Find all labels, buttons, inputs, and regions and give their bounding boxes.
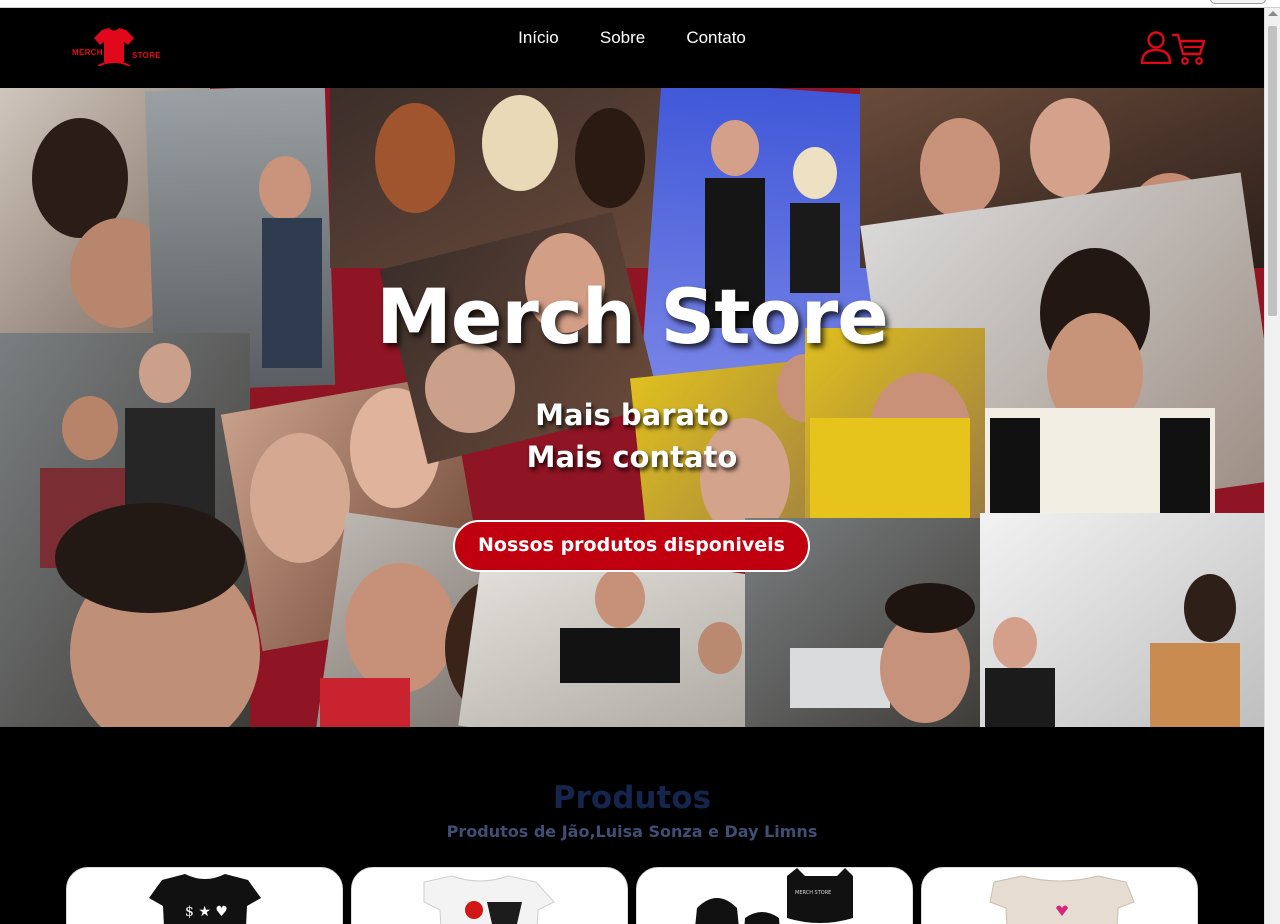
black-tshirt-image: $ ★ ♥ [149,874,261,924]
nav-link-contato[interactable]: Contato [686,28,746,48]
cart-icon[interactable] [1172,32,1206,66]
user-icon[interactable] [1140,30,1172,64]
product-card[interactable] [921,867,1198,924]
browser-top-strip [0,0,1280,8]
white-tshirt-image [423,875,555,924]
browser-control[interactable] [1210,0,1266,4]
hero-tagline-2: Mais contato [526,440,738,474]
page: MERCH STORE Início Sobre Contato Merch S… [0,8,1264,924]
products-heading: Produtos [552,780,712,816]
product-card[interactable]: $ ★ ♥ [66,867,343,924]
logo-merch-text: MERCH [72,48,103,57]
logo-store-text: STORE [132,51,161,60]
product-card[interactable] [351,867,628,924]
scroll-up-arrow-icon[interactable] [1268,11,1278,16]
products-subheading: Produtos de Jão,Luisa Sonza e Day Limns [446,822,818,841]
svg-text:$ ★ ♥: $ ★ ♥ [185,904,228,920]
hero-title: Merch Store [376,272,889,361]
svg-text:MERCH STORE: MERCH STORE [795,890,831,896]
navbar: MERCH STORE Início Sobre Contato [0,8,1264,88]
products-cta-button[interactable]: Nossos produtos disponiveis [453,520,810,572]
scrollbar-thumb[interactable] [1268,26,1277,316]
black-beanies-image: MERCH STORE [695,868,853,924]
page-scrollbar[interactable] [1264,8,1280,924]
main-nav: Início Sobre Contato [0,28,1264,48]
nav-link-sobre[interactable]: Sobre [600,28,645,48]
product-card[interactable]: MERCH STORE [636,867,913,924]
hero-banner: Merch Store Mais barato Mais contato Nos… [0,88,1264,727]
beige-tshirt-image [989,875,1135,924]
nav-link-inicio[interactable]: Início [518,28,559,48]
hero-tagline-1: Mais barato [535,398,729,432]
